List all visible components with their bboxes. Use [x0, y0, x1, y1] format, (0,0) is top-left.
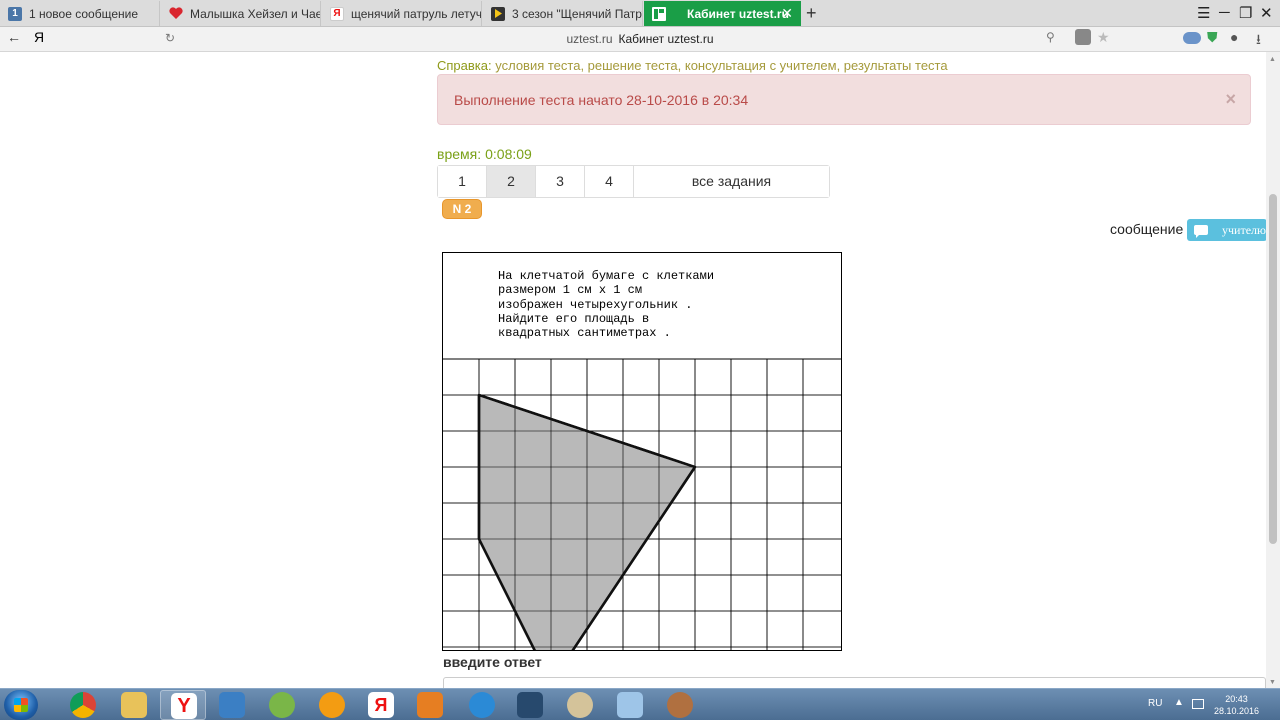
calculator-icon[interactable] [617, 692, 643, 718]
cloud-icon[interactable] [1183, 32, 1201, 44]
yandex-browser-icon[interactable]: Y [160, 690, 206, 720]
grid-figure [443, 358, 841, 650]
paint-icon[interactable] [567, 692, 593, 718]
tab-vk-messages[interactable]: 1 1 новое сообщение [0, 1, 160, 26]
timer-label: время: [437, 146, 482, 162]
scroll-down-icon[interactable]: ▼ [1269, 679, 1276, 686]
extension-icon[interactable]: ● [1230, 29, 1238, 45]
address-bar: ← Я ↻ uztest.ru Кабинет uztest.ru ⚲ ★ ⛊ ●… [0, 27, 1280, 52]
action-center-icon[interactable] [1192, 699, 1204, 709]
protect-icon[interactable] [1075, 29, 1091, 45]
task-image: На клетчатой бумаге с клетками размером … [442, 252, 842, 651]
restore-icon[interactable]: ❐ [1239, 4, 1252, 22]
chat-bubble-icon [1194, 225, 1208, 238]
test-started-alert: Выполнение теста начато 28-10-2016 в 20:… [437, 74, 1251, 125]
download-icon[interactable]: ⭳ [1256, 29, 1261, 53]
question-1-button[interactable]: 1 [438, 166, 487, 197]
scroll-up-icon[interactable]: ▲ [1269, 56, 1276, 63]
heart-icon [169, 7, 183, 21]
play-icon [491, 6, 505, 21]
close-icon[interactable]: × [1225, 89, 1236, 110]
tab-label: щенячий патруль летучие с [351, 6, 481, 21]
close-tab-icon[interactable]: ✕ [781, 5, 793, 22]
clock-time: 20:43 [1225, 694, 1248, 704]
tab-uztest[interactable]: Кабинет uztest.ru ✕ [644, 1, 801, 26]
chrome-icon[interactable] [70, 692, 96, 718]
test-timer: время: 0:08:09 [437, 146, 532, 162]
url-host: uztest.ru [566, 32, 613, 46]
teacher-button-label: учителю [1222, 222, 1266, 237]
media-player-icon[interactable] [219, 692, 245, 718]
internet-explorer-icon[interactable] [469, 692, 495, 718]
menu-icon[interactable]: ☰ [1197, 4, 1210, 22]
question-3-button[interactable]: 3 [536, 166, 585, 197]
uztest-icon [652, 6, 666, 21]
odnoklassniki-icon[interactable] [319, 692, 345, 718]
app-icon[interactable] [667, 692, 693, 718]
windows-taskbar: Y Я RU ▲ 20:43 28.10.2016 [0, 688, 1280, 720]
media-icon[interactable] [417, 692, 443, 718]
tab-yandex-search[interactable]: Я щенячий патруль летучие с [322, 1, 482, 26]
star-icon[interactable]: ★ [1097, 29, 1110, 46]
game-icon[interactable] [517, 692, 543, 718]
yandex-icon[interactable]: Я [368, 692, 394, 718]
timer-value: 0:08:09 [485, 146, 532, 162]
message-label: сообщение [1110, 221, 1184, 237]
tab-label: Малышка Хейзел и Чаепит [190, 6, 320, 21]
language-indicator[interactable]: RU [1148, 698, 1162, 709]
vk-icon: 1 [8, 6, 22, 21]
question-nav: 1 2 3 4 все задания [437, 165, 830, 198]
clock-date: 28.10.2016 [1214, 706, 1260, 716]
system-tray: RU ▲ 20:43 28.10.2016 [1140, 689, 1280, 720]
question-2-button[interactable]: 2 [487, 166, 536, 197]
tab-label: 1 новое сообщение [29, 6, 139, 21]
map-pin-icon[interactable] [269, 692, 295, 718]
tab-paw-patrol[interactable]: 3 сезон "Щенячий Патруль [483, 1, 643, 26]
help-links: Справка: условия теста, решение теста, к… [437, 58, 948, 73]
url-title: Кабинет uztest.ru [618, 32, 714, 46]
shield-icon[interactable]: ⛊ [1207, 29, 1218, 46]
help-label: Справка: [437, 58, 492, 73]
start-button[interactable] [4, 690, 38, 720]
search-icon[interactable]: ⚲ [1046, 30, 1055, 44]
answer-label: введите ответ [443, 654, 542, 670]
minimize-icon[interactable]: ─ [1219, 4, 1230, 21]
all-tasks-button[interactable]: все задания [634, 166, 829, 197]
question-4-button[interactable]: 4 [585, 166, 634, 197]
question-number-badge: N 2 [442, 199, 482, 219]
vertical-scrollbar[interactable]: ▲ ▼ [1266, 52, 1280, 688]
help-link-list[interactable]: условия теста, решение теста, консультац… [495, 58, 947, 73]
scrollbar-thumb[interactable] [1269, 194, 1277, 544]
folder-icon[interactable] [121, 692, 147, 718]
tab-hazel-video[interactable]: Малышка Хейзел и Чаепит [161, 1, 321, 26]
yandex-icon: Я [330, 6, 344, 21]
tab-label: 3 сезон "Щенячий Патруль [512, 6, 642, 21]
browser-tab-bar: 1 1 новое сообщение Малышка Хейзел и Чае… [0, 0, 1280, 27]
new-tab-icon[interactable]: + [806, 3, 817, 24]
alert-text: Выполнение теста начато 28-10-2016 в 20:… [454, 92, 749, 108]
tab-label: Кабинет uztest.ru [687, 6, 789, 21]
close-window-icon[interactable]: ✕ [1260, 4, 1273, 22]
tray-arrow-icon[interactable]: ▲ [1174, 697, 1184, 708]
clock[interactable]: 20:43 28.10.2016 [1214, 693, 1259, 717]
message-teacher-button[interactable]: учителю [1187, 219, 1267, 241]
